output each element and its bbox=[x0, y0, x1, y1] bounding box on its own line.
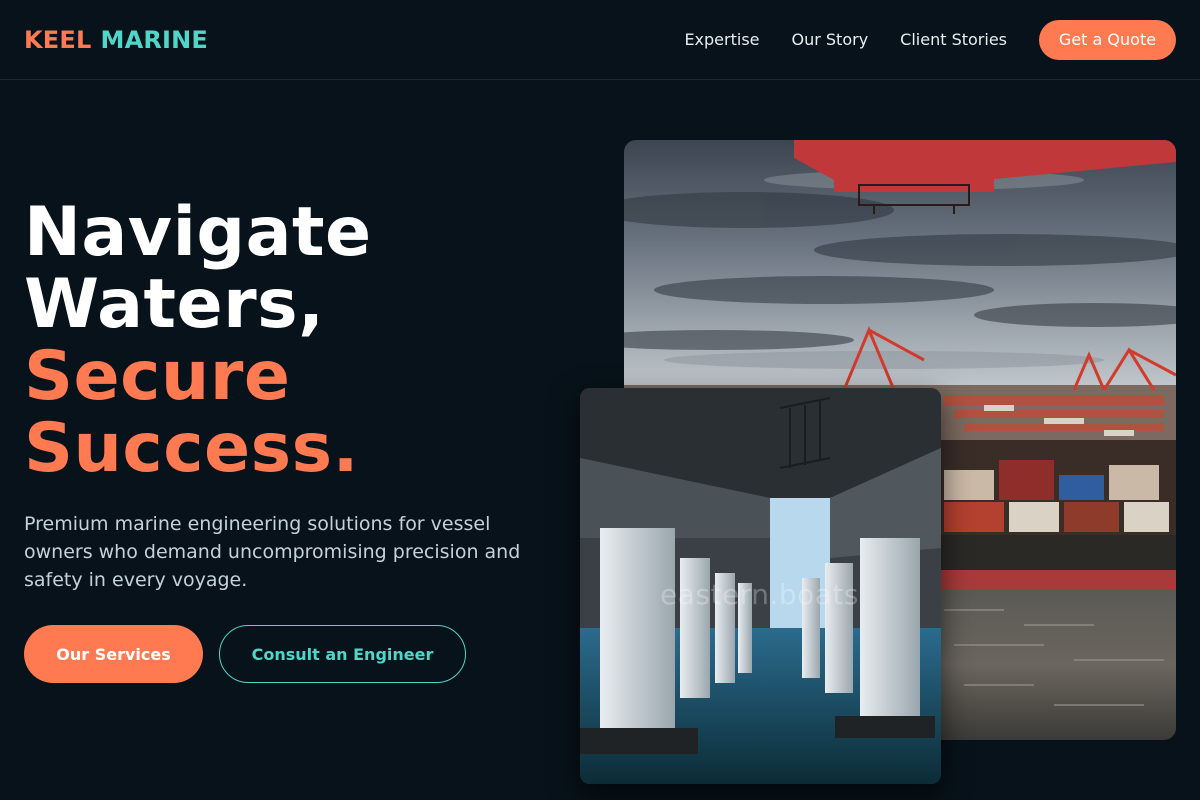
nav-link-client-stories[interactable]: Client Stories bbox=[900, 30, 1007, 49]
consult-engineer-button[interactable]: Consult an Engineer bbox=[219, 625, 466, 683]
hero-title: Navigate Waters, Secure Success. bbox=[24, 197, 372, 485]
nav-link-expertise[interactable]: Expertise bbox=[684, 30, 759, 49]
logo[interactable]: KEEL MARINE bbox=[24, 26, 208, 54]
site-header: KEEL MARINE Expertise Our Story Client S… bbox=[0, 0, 1200, 80]
nav-link-our-story[interactable]: Our Story bbox=[792, 30, 869, 49]
main-nav: Expertise Our Story Client Stories Get a… bbox=[684, 19, 1176, 60]
image-watermark: eastern.boats bbox=[660, 578, 859, 611]
page: KEEL MARINE Expertise Our Story Client S… bbox=[0, 0, 1200, 800]
hero-title-line-4: Success. bbox=[24, 409, 359, 488]
hero-title-line-1: Navigate bbox=[24, 193, 372, 272]
hero-title-line-2: Waters, bbox=[24, 265, 325, 344]
logo-word-keel: KEEL bbox=[24, 25, 92, 54]
hero-title-line-3: Secure bbox=[24, 337, 291, 416]
get-quote-button[interactable]: Get a Quote bbox=[1039, 19, 1176, 60]
logo-word-marine: MARINE bbox=[100, 25, 209, 54]
our-services-button[interactable]: Our Services bbox=[24, 625, 203, 683]
hero-subtitle: Premium marine engineering solutions for… bbox=[24, 513, 521, 591]
